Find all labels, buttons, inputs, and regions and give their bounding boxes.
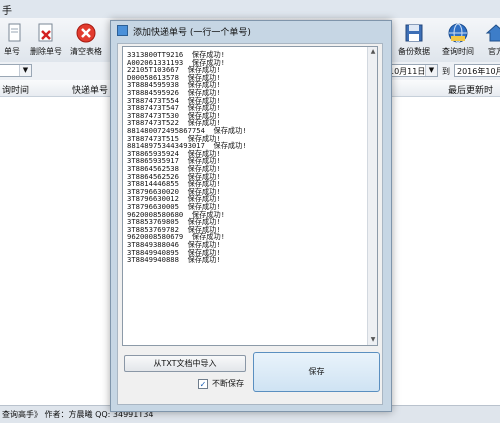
- column-tracking-number[interactable]: 快递单号: [72, 83, 108, 96]
- home-icon: [485, 24, 500, 42]
- textarea-line: 3T8849940888 保存成功!: [127, 255, 221, 265]
- import-txt-button[interactable]: 从TXT文档中导入: [124, 355, 246, 372]
- dialog-titlebar[interactable]: 添加快递单号 (一行一个单号): [111, 21, 391, 39]
- scroll-up-icon[interactable]: ▲: [368, 47, 377, 57]
- clear-icon: [76, 23, 96, 43]
- scroll-down-icon[interactable]: ▼: [368, 335, 377, 345]
- window-icon: [117, 25, 128, 36]
- backup-data-button[interactable]: 备份数据: [396, 20, 432, 60]
- dialog-title: 添加快递单号 (一行一个单号): [133, 28, 251, 38]
- textarea-scrollbar[interactable]: ▲ ▼: [367, 47, 377, 345]
- dialog-body: 3313800TT9216 保存成功! A002061331193 保存成功! 22…: [117, 43, 383, 405]
- column-query-time[interactable]: 询时间: [2, 83, 29, 96]
- globe-icon: [448, 23, 468, 43]
- app-titlebar: 手: [0, 0, 500, 19]
- date-to-select[interactable]: 2016年10月1: [454, 64, 500, 89]
- delete-document-icon: [38, 23, 53, 42]
- keep-saving-label: 不断保存: [212, 379, 244, 388]
- delete-number-button[interactable]: 删除单号: [28, 20, 64, 60]
- chevron-down-icon: ▼: [425, 65, 437, 76]
- keep-saving-checkbox[interactable]: ✓: [198, 379, 208, 389]
- chevron-down-icon: ▼: [19, 65, 31, 76]
- query-time-button[interactable]: 查询时间: [440, 20, 476, 60]
- save-button[interactable]: 保存: [253, 352, 380, 392]
- add-number-button[interactable]: 单号: [0, 20, 30, 60]
- clear-table-button[interactable]: 清空表格: [68, 20, 104, 60]
- document-icon: [8, 23, 21, 42]
- category-select[interactable]: ▼: [0, 64, 32, 77]
- save-disk-icon: [405, 24, 423, 42]
- tracking-numbers-textarea[interactable]: 3313800TT9216 保存成功! A002061331193 保存成功! 22…: [122, 46, 378, 346]
- date-range-label: 到: [442, 67, 450, 76]
- add-tracking-dialog: 添加快递单号 (一行一个单号) 3313800TT9216 保存成功! A0020…: [110, 20, 392, 412]
- date-from-select[interactable]: 10月11日 ▼: [386, 64, 438, 77]
- app-title: 手: [2, 6, 12, 17]
- official-button[interactable]: 官方: [478, 20, 500, 60]
